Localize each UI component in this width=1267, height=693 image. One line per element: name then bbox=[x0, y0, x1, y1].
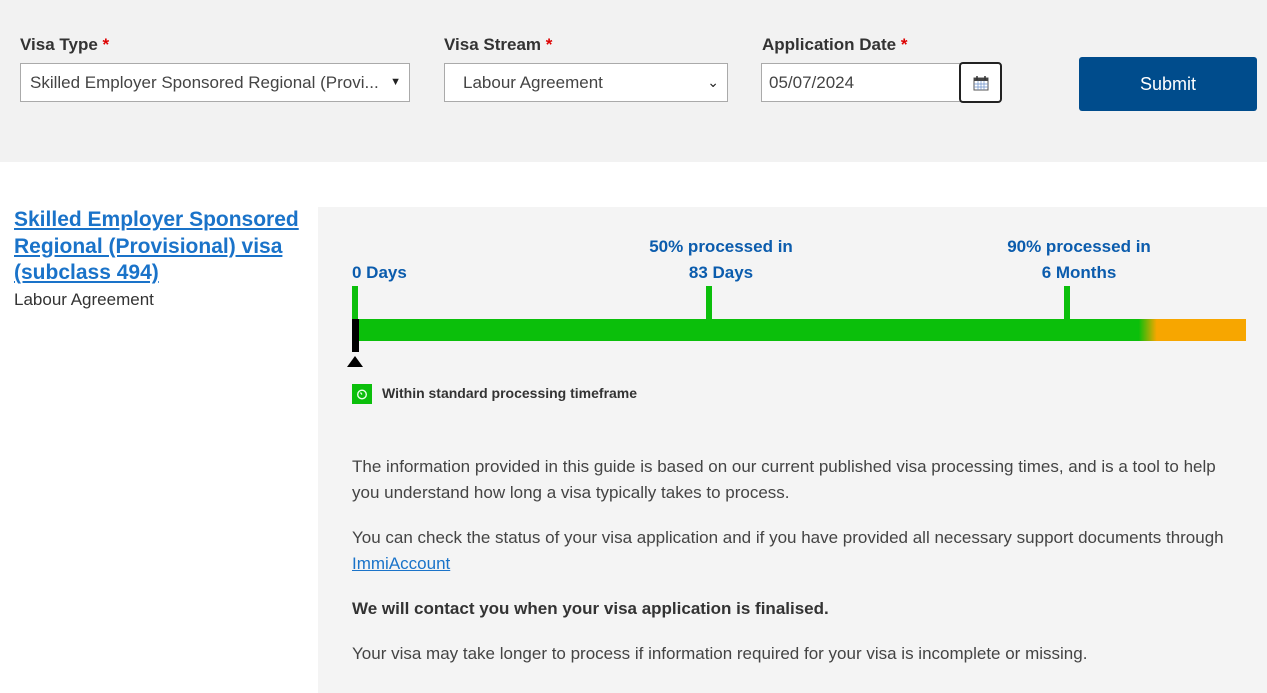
chevron-down-icon: ⌄ bbox=[707, 74, 719, 90]
submit-button[interactable]: Submit bbox=[1079, 57, 1257, 111]
visa-stream-text: Labour Agreement bbox=[14, 290, 154, 309]
status-paragraph: You can check the status of your visa ap… bbox=[352, 528, 1224, 573]
calendar-icon bbox=[973, 75, 988, 90]
visa-type-select[interactable]: Skilled Employer Sponsored Regional (Pro… bbox=[20, 63, 410, 102]
start-tick bbox=[352, 286, 358, 319]
visa-type-label: Visa Type * bbox=[20, 35, 110, 54]
timeline-bar bbox=[352, 319, 1246, 341]
contact-paragraph: We will contact you when your visa appli… bbox=[352, 599, 829, 618]
application-date-input[interactable]: 05/07/2024 bbox=[761, 63, 961, 102]
start-label: 0 Days bbox=[352, 263, 407, 282]
current-position-marker bbox=[352, 319, 359, 352]
triangle-up-icon bbox=[347, 356, 363, 367]
application-date-label: Application Date * bbox=[762, 35, 908, 54]
visa-title-link[interactable]: Skilled Employer Sponsored Regional (Pro… bbox=[14, 207, 304, 287]
visa-stream-label: Visa Stream * bbox=[444, 35, 553, 54]
immiaccount-link[interactable]: ImmiAccount bbox=[352, 554, 450, 573]
timer-icon bbox=[352, 384, 372, 404]
p50-tick bbox=[706, 286, 712, 319]
p90-label: 90% processed in 6 Months bbox=[1007, 237, 1151, 282]
p90-tick bbox=[1064, 286, 1070, 319]
caret-down-icon: ▼ bbox=[390, 76, 401, 88]
status-text: Within standard processing timeframe bbox=[382, 385, 638, 401]
search-form: Visa Type * Skilled Employer Sponsored R… bbox=[0, 0, 1267, 162]
info-paragraph: The information provided in this guide i… bbox=[352, 457, 1216, 502]
p50-label: 50% processed in 83 Days bbox=[649, 237, 793, 282]
calendar-button[interactable] bbox=[959, 62, 1002, 103]
visa-stream-select[interactable]: Labour Agreement ⌄ bbox=[444, 63, 728, 102]
delay-paragraph: Your visa may take longer to process if … bbox=[352, 644, 1088, 663]
